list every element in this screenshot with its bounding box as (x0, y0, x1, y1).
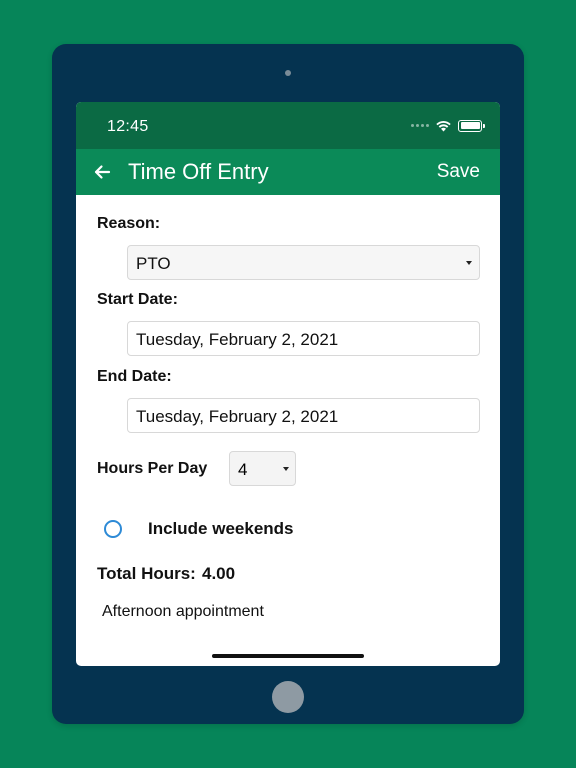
start-date-value: Tuesday, February 2, 2021 (136, 330, 339, 349)
end-date-label: End Date: (97, 368, 172, 385)
save-button[interactable]: Save (437, 161, 480, 183)
battery-icon (458, 119, 485, 132)
reason-value: PTO (136, 254, 171, 273)
include-weekends-label[interactable]: Include weekends (148, 519, 294, 539)
start-date-field[interactable]: Tuesday, February 2, 2021 (127, 321, 480, 356)
status-bar: 12:45 (76, 102, 500, 149)
status-icons (411, 119, 485, 132)
tablet-frame: 12:45 Time Off Entry Save Reason: PTO St… (52, 44, 524, 724)
hours-per-day-value: 4 (238, 460, 248, 479)
total-hours-value: 4.00 (202, 564, 236, 583)
chevron-down-icon (283, 467, 289, 471)
chevron-down-icon (466, 261, 472, 265)
total-hours-label: Total Hours: (97, 564, 196, 583)
app-screen: 12:45 Time Off Entry Save Reason: PTO St… (76, 102, 500, 666)
hours-per-day-label: Hours Per Day (97, 460, 208, 477)
hours-per-day-select[interactable]: 4 (229, 451, 296, 486)
home-button[interactable] (272, 681, 304, 713)
status-time: 12:45 (107, 118, 149, 135)
page-title: Time Off Entry (128, 159, 269, 184)
wifi-icon (436, 121, 451, 132)
back-arrow-icon[interactable] (92, 162, 112, 182)
note-text: Afternoon appointment (102, 603, 264, 620)
start-date-label: Start Date: (97, 291, 178, 308)
camera-dot (285, 70, 291, 76)
reason-label: Reason: (97, 215, 161, 232)
include-weekends-radio[interactable] (104, 520, 122, 538)
reason-select[interactable]: PTO (127, 245, 480, 280)
end-date-field[interactable]: Tuesday, February 2, 2021 (127, 398, 480, 433)
home-indicator (212, 654, 364, 658)
end-date-value: Tuesday, February 2, 2021 (136, 407, 339, 426)
cellular-signal-icon (411, 124, 429, 127)
app-bar: Time Off Entry Save (76, 149, 500, 195)
